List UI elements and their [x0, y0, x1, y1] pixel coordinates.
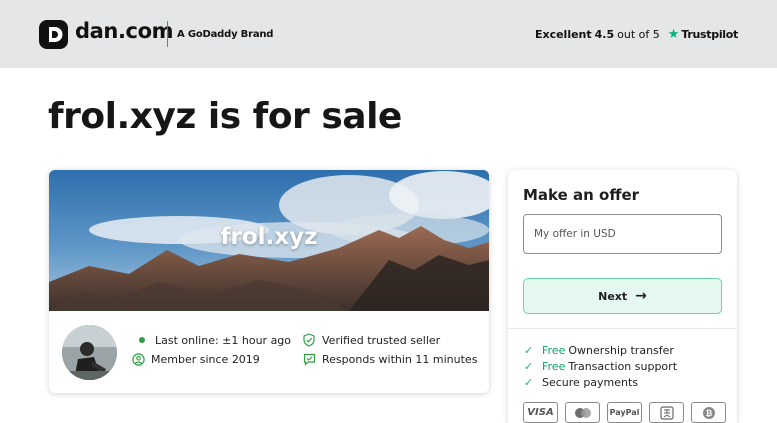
member-since: Member since 2019 [131, 352, 260, 366]
mastercard-icon [565, 402, 600, 423]
svg-text:₿: ₿ [705, 409, 712, 418]
member-since-text: Member since 2019 [151, 352, 260, 366]
page-title: frol.xyz is for sale [48, 96, 402, 137]
shield-check-icon [302, 333, 316, 347]
rating-score: 4.5 [594, 28, 615, 41]
bitcoin-icon: ₿ [691, 402, 726, 423]
next-button-label: Next [598, 289, 628, 303]
domain-card: frol.xyz Last online: ±1 hour ago Member… [49, 170, 489, 393]
offer-panel: Make an offer Next → ✓ Free Ownership tr… [508, 170, 737, 423]
feature-label: Transaction support [568, 360, 678, 373]
hero-domain: frol.xyz [220, 224, 318, 250]
rating-out-of: out of 5 [617, 28, 660, 41]
check-icon: ✓ [524, 344, 534, 357]
last-online: Last online: ±1 hour ago [135, 333, 291, 347]
online-dot-icon [135, 333, 149, 347]
headline-domain: frol.xyz [48, 96, 196, 137]
paypal-icon: PayPal [607, 402, 642, 423]
check-icon: ✓ [524, 360, 534, 373]
feature-ownership-transfer: ✓ Free Ownership transfer [524, 344, 674, 357]
dan-logo-icon[interactable] [39, 20, 68, 49]
arrow-right-icon: → [635, 288, 647, 304]
payment-methods: VISA PayPal ₿ [523, 402, 733, 423]
last-online-text: Last online: ±1 hour ago [155, 333, 292, 347]
verified-seller-text: Verified trusted seller [322, 333, 441, 347]
trustpilot-rating[interactable]: Excellent 4.5 out of 5 ★ Trustpilot [535, 28, 738, 41]
offer-amount-input[interactable] [523, 214, 722, 254]
feature-label: Secure payments [542, 376, 639, 389]
feature-label: Ownership transfer [568, 344, 674, 357]
logo-divider [167, 21, 168, 47]
headline-suffix: is for sale [207, 96, 402, 137]
feature-secure-payments: ✓ Secure payments [524, 376, 638, 389]
hero-image: frol.xyz [49, 170, 489, 311]
feature-transaction-support: ✓ Free Transaction support [524, 360, 677, 373]
chat-check-icon [302, 352, 316, 366]
visa-icon: VISA [523, 402, 558, 423]
feature-free-tag: Free [542, 344, 566, 357]
trustpilot-name: Trustpilot [681, 28, 738, 41]
verified-seller: Verified trusted seller [302, 333, 440, 347]
response-time-text: Responds within 11 minutes [322, 352, 478, 366]
logo-text[interactable]: dan.com [75, 19, 173, 43]
offer-divider [508, 328, 737, 329]
next-button[interactable]: Next → [523, 278, 722, 314]
alipay-icon [649, 402, 684, 423]
seller-info: Last online: ±1 hour ago Member since 20… [49, 311, 489, 393]
trustpilot-star-icon: ★ [667, 27, 680, 42]
brand-note: A GoDaddy Brand [177, 29, 274, 40]
response-time: Responds within 11 minutes [302, 352, 477, 366]
top-bar: dan.com A GoDaddy Brand Excellent 4.5 ou… [0, 0, 777, 68]
check-icon: ✓ [524, 376, 534, 389]
rating-label: Excellent [534, 28, 592, 41]
user-icon [131, 352, 145, 366]
offer-title: Make an offer [523, 186, 640, 204]
feature-free-tag: Free [542, 360, 566, 373]
seller-avatar [62, 325, 117, 380]
